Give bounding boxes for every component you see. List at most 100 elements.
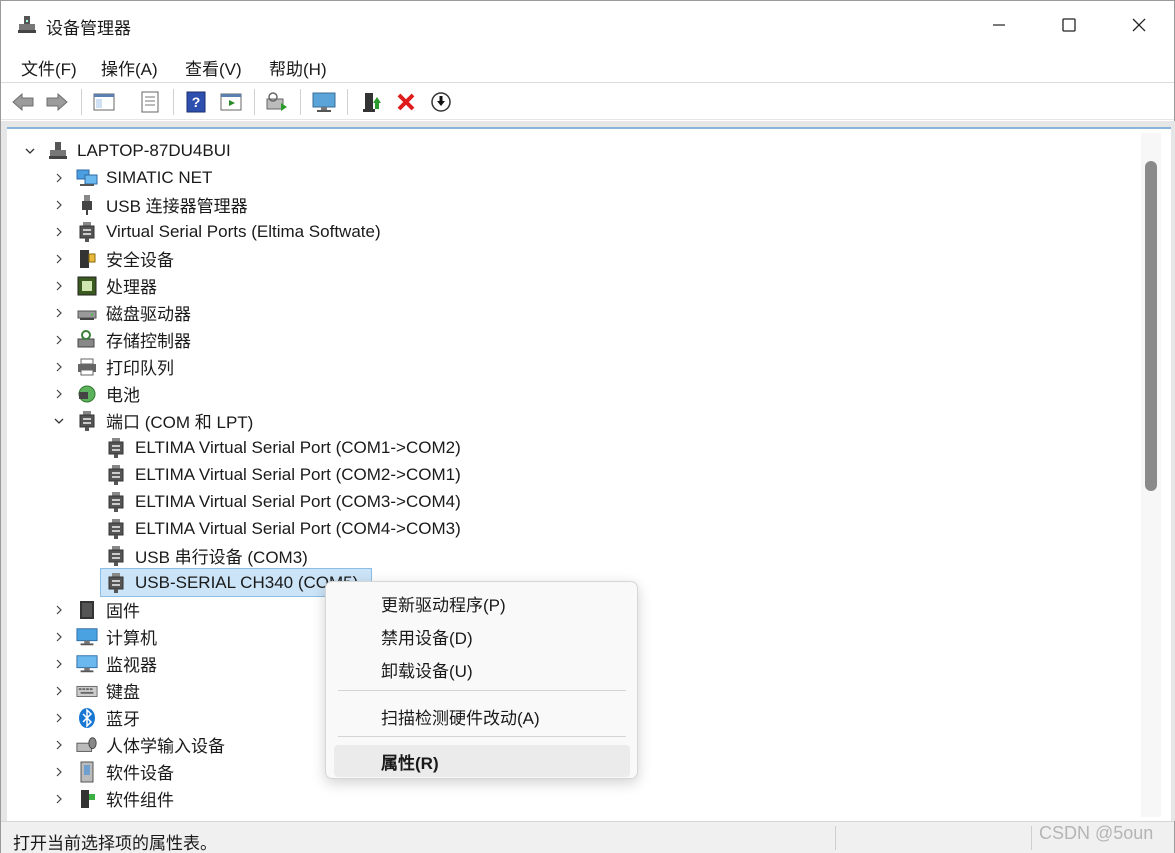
uninstall-icon[interactable]	[392, 88, 420, 116]
tree-category-hid[interactable]: 人体学输入设备	[52, 731, 225, 758]
tree-root-node[interactable]: LAPTOP-87DU4BUI	[23, 137, 231, 164]
tree-device-com4[interactable]: ELTIMA Virtual Serial Port (COM4->COM3)	[105, 515, 461, 542]
chevron-right-icon[interactable]	[52, 765, 66, 779]
chevron-right-icon[interactable]	[52, 225, 66, 239]
title-bar: 设备管理器	[1, 1, 1174, 49]
menu-file[interactable]: 文件(F)	[19, 55, 79, 80]
port-icon	[105, 437, 127, 459]
close-button[interactable]	[1104, 1, 1174, 49]
printer-icon	[76, 356, 98, 378]
tree-category-label: 蓝牙	[106, 710, 140, 729]
software-device-icon	[76, 761, 98, 783]
tree-category-battery[interactable]: 电池	[52, 380, 140, 407]
tree-category-software-device[interactable]: 软件设备	[52, 758, 174, 785]
chevron-right-icon[interactable]	[52, 738, 66, 752]
status-bar: 打开当前选择项的属性表。	[1, 821, 1174, 853]
port-icon	[105, 572, 127, 594]
tree-category-usb-connector[interactable]: USB 连接器管理器	[52, 191, 248, 218]
chevron-down-icon[interactable]	[52, 414, 66, 428]
network-icon	[76, 167, 98, 189]
storage-controller-icon	[76, 329, 98, 351]
tree-device-com1[interactable]: ELTIMA Virtual Serial Port (COM1->COM2)	[105, 434, 461, 461]
software-component-icon	[76, 788, 98, 810]
tree-category-monitor[interactable]: 监视器	[52, 650, 157, 677]
scan-hardware-icon[interactable]	[263, 88, 291, 116]
tree-category-label: 软件组件	[106, 791, 174, 810]
show-hide-console-tree-icon[interactable]	[90, 88, 118, 116]
tree-category-label: 端口 (COM 和 LPT)	[106, 413, 254, 432]
context-menu: 更新驱动程序(P) 禁用设备(D) 卸载设备(U) 扫描检测硬件改动(A) 属性…	[325, 581, 638, 779]
usb-icon	[76, 194, 98, 216]
update-driver-icon[interactable]	[358, 88, 386, 116]
disable-device-menu-item[interactable]: 禁用设备(D)	[334, 620, 630, 652]
tree-device-label: ELTIMA Virtual Serial Port (COM2->COM1)	[135, 464, 461, 484]
tree-category-label: 打印队列	[106, 359, 174, 378]
chevron-right-icon[interactable]	[52, 711, 66, 725]
menu-action[interactable]: 操作(A)	[99, 55, 160, 80]
scrollbar-thumb[interactable]	[1145, 161, 1157, 491]
port-icon	[105, 518, 127, 540]
tree-category-firmware[interactable]: 固件	[52, 596, 140, 623]
tree-category-disk[interactable]: 磁盘驱动器	[52, 299, 191, 326]
firmware-icon	[76, 599, 98, 621]
chevron-right-icon[interactable]	[52, 198, 66, 212]
tree-category-security[interactable]: 安全设备	[52, 245, 174, 272]
forward-arrow-icon[interactable]	[43, 88, 71, 116]
chevron-right-icon[interactable]	[52, 252, 66, 266]
action-pane-icon[interactable]	[217, 88, 245, 116]
uninstall-device-menu-item[interactable]: 卸载设备(U)	[334, 653, 630, 685]
tree-device-label: ELTIMA Virtual Serial Port (COM4->COM3)	[135, 518, 461, 538]
vertical-scrollbar[interactable]	[1141, 133, 1161, 817]
tree-category-storage[interactable]: 存储控制器	[52, 326, 191, 353]
chevron-right-icon[interactable]	[52, 792, 66, 806]
chevron-right-icon[interactable]	[52, 657, 66, 671]
chevron-down-icon[interactable]	[23, 144, 37, 158]
tree-category-label: 电池	[106, 386, 140, 405]
tree-category-bluetooth[interactable]: 蓝牙	[52, 704, 140, 731]
properties-icon[interactable]	[136, 88, 164, 116]
minimize-button[interactable]	[964, 1, 1034, 49]
chevron-right-icon[interactable]	[52, 360, 66, 374]
tree-category-simatic[interactable]: SIMATIC NET	[52, 164, 212, 191]
update-driver-menu-item[interactable]: 更新驱动程序(P)	[334, 587, 630, 619]
device-manager-window: 设备管理器 文件(F) 操作(A) 查看(V) 帮助(H) ? LAPTOP-8…	[0, 0, 1175, 853]
monitor-icon[interactable]	[310, 88, 338, 116]
tree-category-software-component[interactable]: 软件组件	[52, 785, 174, 812]
device-manager-app-icon	[17, 15, 37, 35]
chevron-right-icon[interactable]	[52, 630, 66, 644]
menu-separator	[338, 736, 626, 737]
tree-category-computer[interactable]: 计算机	[52, 623, 157, 650]
menu-view[interactable]: 查看(V)	[183, 55, 244, 80]
chevron-right-icon[interactable]	[52, 684, 66, 698]
tree-device-com3[interactable]: ELTIMA Virtual Serial Port (COM3->COM4)	[105, 488, 461, 515]
port-icon	[105, 545, 127, 567]
properties-menu-item[interactable]: 属性(R)	[334, 745, 630, 777]
back-arrow-icon[interactable]	[9, 88, 37, 116]
tree-device-com2[interactable]: ELTIMA Virtual Serial Port (COM2->COM1)	[105, 461, 461, 488]
tree-device-usb-serial[interactable]: USB 串行设备 (COM3)	[105, 542, 308, 569]
chevron-right-icon[interactable]	[52, 306, 66, 320]
menu-help[interactable]: 帮助(H)	[267, 55, 329, 80]
maximize-button[interactable]	[1034, 1, 1104, 49]
scan-hardware-menu-item[interactable]: 扫描检测硬件改动(A)	[334, 700, 630, 732]
tree-category-printer[interactable]: 打印队列	[52, 353, 174, 380]
disable-device-icon[interactable]	[427, 88, 455, 116]
port-icon	[105, 491, 127, 513]
chevron-right-icon[interactable]	[52, 279, 66, 293]
chevron-right-icon[interactable]	[52, 333, 66, 347]
help-icon[interactable]: ?	[182, 88, 210, 116]
tree-category-processor[interactable]: 处理器	[52, 272, 157, 299]
tree-category-label: 键盘	[106, 683, 140, 702]
tree-category-label: 固件	[106, 602, 140, 621]
keyboard-icon	[76, 680, 98, 702]
chevron-right-icon[interactable]	[52, 603, 66, 617]
tree-category-ports[interactable]: 端口 (COM 和 LPT)	[52, 407, 253, 434]
menu-separator	[338, 690, 626, 691]
chevron-right-icon[interactable]	[52, 387, 66, 401]
tree-category-virtual-serial[interactable]: Virtual Serial Ports (Eltima Softwate)	[52, 218, 381, 245]
watermark: CSDN @5oun	[1039, 823, 1154, 843]
tree-category-keyboard[interactable]: 键盘	[52, 677, 140, 704]
security-device-icon	[76, 248, 98, 270]
chevron-right-icon[interactable]	[52, 171, 66, 185]
port-icon	[76, 410, 98, 432]
